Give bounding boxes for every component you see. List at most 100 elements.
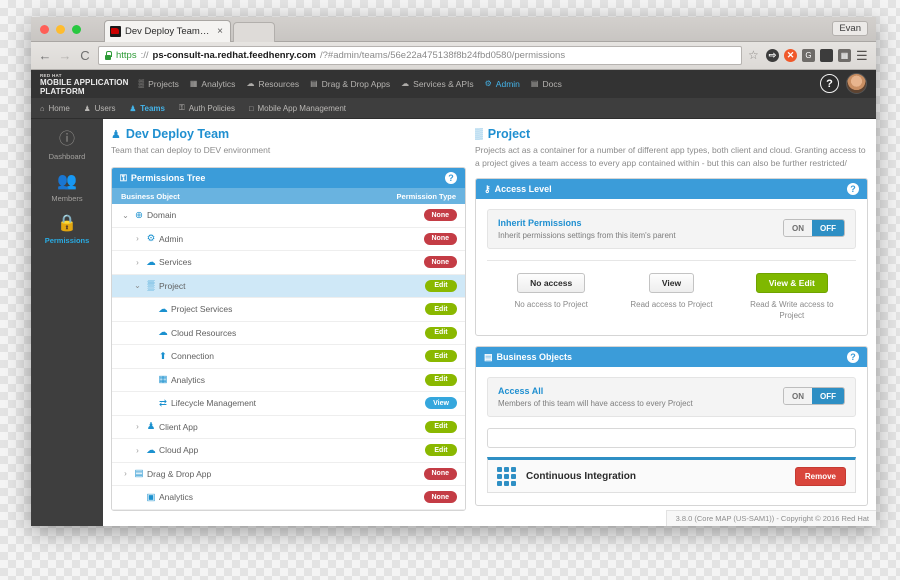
toggle-off-option[interactable]: OFF [812, 388, 844, 404]
view-button[interactable]: View [648, 273, 695, 293]
chevron-right-icon[interactable]: › [120, 469, 131, 478]
access-choice-view[interactable]: View Read access to Project [617, 273, 725, 321]
sidebar-item-label: Dashboard [48, 152, 86, 161]
status-badge[interactable]: Edit [425, 373, 457, 386]
status-badge[interactable]: None [423, 256, 457, 269]
table-row[interactable]: ▦ Analytics Edit [112, 369, 465, 392]
extension-g-icon[interactable]: ⇨ [766, 49, 779, 62]
chevron-right-icon[interactable]: › [132, 446, 143, 455]
inherit-permissions-toggle[interactable]: ON OFF [783, 219, 845, 237]
view-description: Read access to Project [630, 300, 713, 309]
table-row[interactable]: ☁ Project Services Edit [112, 298, 465, 322]
nav-item-drag-drop-apps[interactable]: ▤ Drag & Drop Apps [310, 79, 390, 89]
status-badge[interactable]: Edit [425, 420, 457, 433]
minimize-window-button[interactable] [56, 25, 65, 34]
table-row[interactable]: › ⚙ Admin None [112, 228, 465, 251]
extension-pocket-icon[interactable] [820, 49, 833, 62]
redhat-logo[interactable]: RED HAT MOBILE APPLICATION PLATFORM [40, 73, 128, 96]
help-icon[interactable]: ? [847, 183, 859, 195]
padlock-icon: 🔒 [57, 215, 77, 232]
status-badge[interactable]: None [423, 209, 457, 222]
browser-menu-icon[interactable]: ☰ [856, 49, 869, 62]
nav-item-resources[interactable]: ☁ Resources [246, 79, 299, 89]
close-tab-icon[interactable]: × [215, 26, 225, 37]
extension-reader-icon[interactable]: ▦ [838, 49, 851, 62]
access-choice-no-access[interactable]: No access No access to Project [497, 273, 605, 321]
table-row[interactable]: ⇄ Lifecycle Management View [112, 392, 465, 416]
nav-item-projects[interactable]: ▒ Projects [138, 79, 178, 89]
subnav-item-mobile-app-management[interactable]: □ Mobile App Management [249, 104, 346, 113]
avatar[interactable] [846, 73, 867, 94]
search-input[interactable] [487, 428, 856, 448]
status-badge[interactable]: Edit [425, 279, 457, 292]
status-badge[interactable]: None [423, 232, 457, 245]
extension-grammarly-icon[interactable]: G [802, 49, 815, 62]
nav-item-services-apis[interactable]: ☁ Services & APIs [401, 79, 473, 89]
status-badge[interactable]: Edit [425, 444, 457, 457]
maximize-window-button[interactable] [72, 25, 81, 34]
subnav-item-auth-policies[interactable]: ⚿ Auth Policies [179, 103, 235, 113]
view-edit-button[interactable]: View & Edit [755, 273, 828, 293]
subnav-item-users[interactable]: ♟ Users [84, 104, 116, 113]
status-badge[interactable]: Edit [425, 350, 457, 363]
list-item[interactable]: Continuous Integration Remove [487, 457, 856, 493]
table-row[interactable]: ⬆ Connection Edit [112, 345, 465, 369]
chevron-down-icon[interactable]: ⌄ [132, 281, 143, 290]
permissions-tree-header: ⚿ Permissions Tree ? [112, 168, 465, 188]
toggle-off-option[interactable]: OFF [812, 220, 844, 236]
table-row[interactable]: › ♟ Client App Edit [112, 416, 465, 439]
subnav-item-home[interactable]: ⌂ Home [40, 104, 70, 113]
browser-profile-name[interactable]: Evan [832, 21, 868, 36]
toggle-on-option[interactable]: ON [784, 220, 812, 236]
toggle-on-option[interactable]: ON [784, 388, 812, 404]
nav-item-docs[interactable]: ▤ Docs [531, 79, 562, 89]
chevron-right-icon[interactable]: › [132, 422, 143, 431]
status-badge[interactable]: Edit [425, 326, 457, 339]
no-access-button[interactable]: No access [517, 273, 586, 293]
subnav-item-teams[interactable]: ♟ Teams [130, 104, 166, 113]
help-icon[interactable]: ? [820, 74, 839, 93]
book-icon: ▤ [530, 79, 539, 88]
table-row[interactable]: › ▤ Drag & Drop App None [112, 463, 465, 486]
window-controls[interactable] [40, 25, 81, 34]
reload-icon[interactable]: C [78, 49, 92, 62]
url-scheme: https [116, 50, 137, 61]
sidebar-item-dashboard[interactable]: ⓘ Dashboard [31, 131, 103, 161]
bookmark-star-icon[interactable]: ☆ [748, 49, 761, 62]
new-tab-button[interactable] [233, 22, 275, 42]
project-services-cloud-icon: ☁ [158, 303, 168, 315]
table-row[interactable]: › ☁ Services None [112, 251, 465, 275]
chevron-down-icon[interactable]: ⌄ [120, 211, 131, 220]
table-row[interactable]: ▣ Analytics None [112, 486, 465, 510]
nav-label: Drag & Drop Apps [321, 79, 391, 89]
nav-item-admin[interactable]: ⚙ Admin [485, 79, 520, 89]
chevron-right-icon[interactable]: › [132, 258, 143, 267]
sidebar-item-permissions[interactable]: 🔒 Permissions [31, 215, 103, 245]
tree-node-label: Analytics [171, 374, 206, 385]
back-icon[interactable]: ← [38, 49, 52, 62]
column-header-permission-type: Permission Type [396, 191, 456, 201]
table-row[interactable]: ⌄ ⊕ Domain None [112, 204, 465, 228]
access-all-toggle[interactable]: ON OFF [783, 387, 845, 405]
help-icon[interactable]: ? [445, 172, 457, 184]
browser-tab[interactable]: Dev Deploy Team Project × [104, 20, 231, 42]
status-badge[interactable]: Edit [425, 303, 457, 316]
extension-orange-icon[interactable]: ✕ [784, 49, 797, 62]
table-row[interactable]: › ☁ Cloud App Edit [112, 439, 465, 463]
remove-button[interactable]: Remove [794, 466, 846, 486]
close-window-button[interactable] [40, 25, 49, 34]
device-icon: □ [248, 103, 254, 113]
address-bar[interactable]: https://ps-consult-na.redhat.feedhenry.c… [98, 46, 742, 65]
table-row[interactable]: ☁ Cloud Resources Edit [112, 322, 465, 345]
status-badge[interactable]: None [423, 467, 457, 480]
access-choice-view-edit[interactable]: View & Edit Read & Write access to Proje… [738, 273, 846, 321]
status-badge[interactable]: View [425, 397, 457, 410]
sidebar-item-members[interactable]: 👥 Members [31, 173, 103, 203]
nav-item-analytics[interactable]: ▦ Analytics [190, 79, 236, 89]
table-row[interactable]: ⌄ ▒ Project Edit [112, 274, 465, 298]
chart-icon: ▦ [189, 79, 198, 88]
team-icon: ♟ [129, 103, 137, 113]
chevron-right-icon[interactable]: › [132, 234, 143, 243]
status-badge[interactable]: None [423, 491, 457, 504]
help-icon[interactable]: ? [847, 351, 859, 363]
